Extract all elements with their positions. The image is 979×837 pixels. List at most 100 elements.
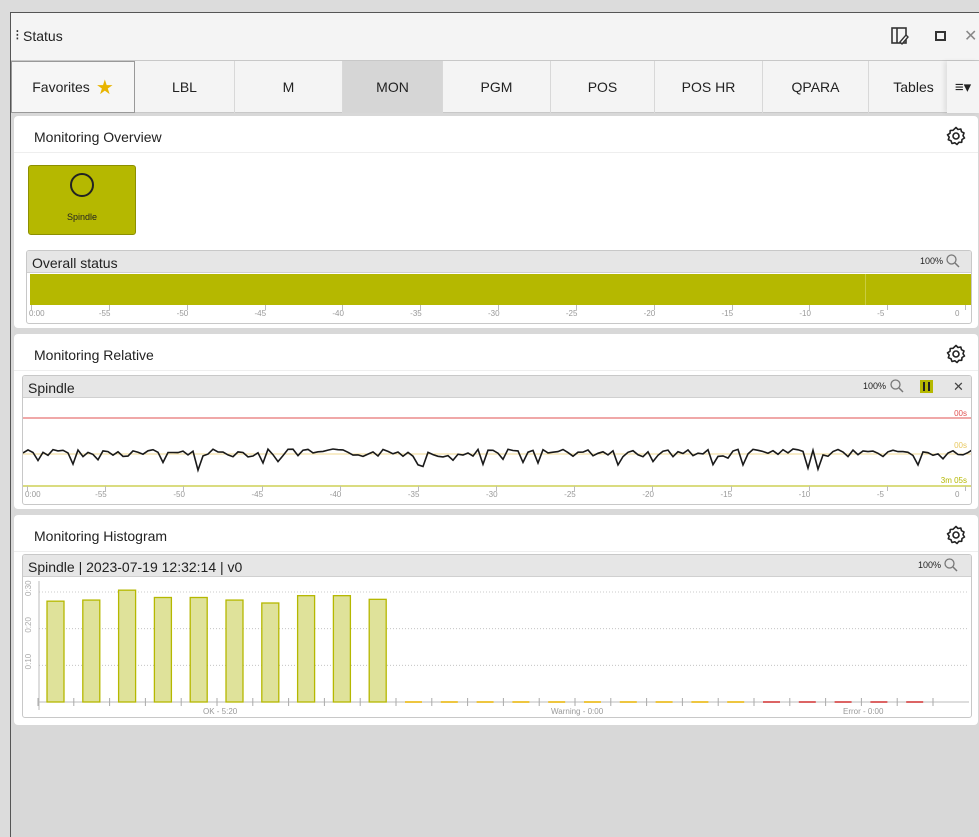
histogram-bar (189, 596, 208, 703)
zoom-level: 100% (920, 256, 944, 266)
axis-tick-label: -5 (876, 490, 884, 499)
tab-lbl[interactable]: LBL (135, 61, 235, 113)
panel-title: Monitoring Relative (34, 347, 154, 363)
axis-tick-label: 0:00 (25, 490, 41, 499)
zoom-icon[interactable] (945, 253, 961, 269)
y-tick-label: 0:30 (24, 580, 33, 596)
tab-pgm[interactable]: PGM (443, 61, 551, 113)
zoom-level: 100% (863, 381, 887, 391)
divider (14, 152, 978, 153)
monitoring-relative-panel: Monitoring Relative Spindle 100% ✕ 00s 0… (14, 334, 978, 509)
group-label: Error - 0:00 (843, 707, 884, 716)
axis-tick-label: -45 (254, 309, 267, 318)
overall-status-chart: Overall status 100% 0:00 -55 -50 -45 -40 -35-… (26, 250, 972, 324)
overall-status-bar (30, 274, 971, 305)
tab-tables[interactable]: Tables (869, 61, 959, 113)
zoom-level: 100% (918, 560, 942, 570)
spindle-histogram-chart: Spindle | 2023-07-19 12:32:14 | v0 100% … (22, 554, 972, 718)
yellow-limit-label: 00s (954, 441, 967, 450)
tab-pos-hr[interactable]: POS HR (655, 61, 763, 113)
red-limit-label: 00s (954, 409, 967, 418)
zoom-icon[interactable] (889, 378, 905, 394)
status-circle-icon (70, 173, 94, 197)
axis-tick-label: -20 (643, 309, 656, 318)
chart-title: Overall status (32, 255, 118, 271)
tab-pos[interactable]: POS (551, 61, 655, 113)
histogram-bar (225, 599, 244, 703)
monitoring-overview-panel: Monitoring Overview Spindle Overall stat… (14, 116, 978, 328)
tab-m[interactable]: M (235, 61, 343, 113)
close-icon[interactable]: ✕ (964, 26, 977, 46)
axis-tick-label: -30 (486, 490, 498, 499)
panel-title: Monitoring Overview (34, 129, 162, 145)
axis-tick-label: -45 (251, 490, 264, 499)
axis-tick-label: -50 (176, 309, 189, 318)
axis-tick-label: -35 (407, 490, 420, 499)
tab-label: PGM (480, 79, 513, 95)
histogram-bar (332, 595, 352, 703)
status-bar-segment-divider (865, 274, 866, 305)
chart-header: Spindle 100% ✕ (23, 376, 971, 398)
divider (14, 370, 978, 371)
axis-tick-label: 0 (955, 309, 960, 318)
chart-header: Overall status 100% (27, 251, 971, 273)
green-limit-label: 3m 05s (940, 476, 967, 485)
tabs-menu-button[interactable]: ≡▾ (947, 61, 979, 113)
pause-bar (923, 382, 925, 391)
zoom-icon[interactable] (943, 557, 959, 573)
histogram-bar (46, 600, 65, 703)
axis-tick-label: -25 (564, 490, 576, 499)
axis-tick-label: -55 (98, 309, 111, 318)
status-window: ⁝ Status ✕ Favorites ★ LBL M MON PGM POS… (10, 12, 979, 837)
axis-tick-label: -5 (877, 309, 885, 318)
histogram-bar (153, 596, 173, 703)
monitoring-histogram-panel: Monitoring Histogram Spindle | 2023-07-1… (14, 515, 978, 725)
time-axis: 0:00 -55 -50 -45 -40 -35 -30 -25 -20 -15 -10 -5 0 (23, 486, 971, 504)
drag-handle-icon[interactable]: ⁝ (15, 26, 20, 44)
tab-mon[interactable]: MON (343, 61, 443, 113)
tab-label: POS HR (681, 79, 736, 95)
group-label: OK - 5:20 (203, 707, 238, 716)
window-title: Status (23, 28, 63, 44)
histogram-bar (368, 598, 387, 703)
axis-tick-label: -30 (488, 309, 500, 318)
tab-bar: Favorites ★ LBL M MON PGM POS POS HR QPA… (11, 61, 979, 113)
spindle-status-tile[interactable]: Spindle (28, 165, 136, 235)
pause-bar (928, 382, 930, 391)
axis-tick-label: -40 (332, 309, 344, 318)
axis-tick-label: -25 (565, 309, 578, 318)
panel-title: Monitoring Histogram (34, 528, 168, 544)
axis-tick (965, 486, 966, 491)
signal-line (23, 447, 971, 473)
tab-label: POS (587, 79, 618, 95)
axis-tick-label: -15 (721, 309, 734, 318)
axis-tick-label: -10 (799, 309, 811, 318)
close-icon[interactable]: ✕ (953, 379, 964, 395)
gear-icon[interactable] (946, 525, 966, 545)
pause-icon[interactable] (920, 380, 933, 393)
star-icon: ★ (95, 76, 114, 99)
chart-header: Spindle | 2023-07-19 12:32:14 | v0 100% (23, 555, 971, 577)
axis-tick-label: -15 (720, 490, 733, 499)
gear-icon[interactable] (946, 344, 966, 364)
axis-tick-label: -55 (95, 490, 107, 499)
axis-tick-label: 0:00 (29, 309, 45, 318)
tab-label: QPARA (791, 79, 840, 95)
tab-label: Favorites (32, 79, 90, 95)
axis-tick-label: -20 (642, 490, 654, 499)
tile-label: Spindle (66, 212, 98, 222)
chart-title: Spindle | 2023-07-19 12:32:14 | v0 (28, 559, 243, 575)
tab-label: M (282, 79, 295, 95)
tab-label: Tables (893, 79, 934, 95)
axis-tick-label: -50 (173, 490, 185, 499)
maximize-icon[interactable] (935, 31, 946, 41)
gear-icon[interactable] (946, 126, 966, 146)
chart-title: Spindle (28, 380, 75, 396)
tab-qpara[interactable]: QPARA (763, 61, 869, 113)
tab-favorites[interactable]: Favorites ★ (11, 61, 135, 113)
edit-layout-icon[interactable] (891, 27, 909, 45)
y-tick-label: 0:10 (24, 653, 33, 669)
axis-tick (887, 305, 889, 310)
tab-label: LBL (172, 79, 197, 95)
group-label: Warning - 0:00 (551, 707, 604, 716)
